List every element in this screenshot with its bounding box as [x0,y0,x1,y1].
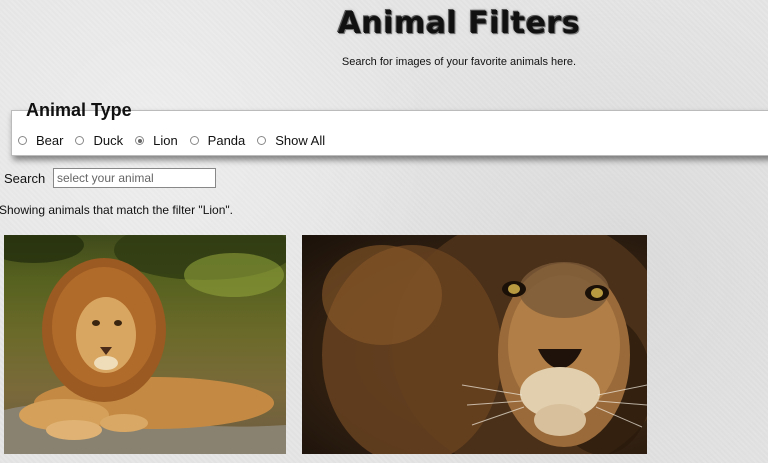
radio-button[interactable] [189,136,199,145]
radio-bear[interactable]: Bear [18,133,63,148]
lion-photo[interactable] [4,235,286,454]
radio-panda[interactable]: Panda [189,133,246,148]
radio-label: Lion [153,133,178,148]
animal-type-options: Bear Duck Lion Panda Show All [18,133,337,148]
radio-duck[interactable]: Duck [75,133,123,148]
search-input[interactable] [53,168,216,188]
lion-photo[interactable] [302,235,647,454]
page-subtitle: Search for images of your favorite anima… [341,56,577,68]
lion-face-image [322,235,647,454]
radio-label: Show All [275,133,326,148]
radio-lion[interactable]: Lion [135,133,178,148]
page-title: Animal Filters [337,6,581,41]
radio-label: Panda [207,133,246,148]
search-label: Search [4,171,46,186]
radio-button[interactable] [135,136,145,145]
radio-button[interactable] [257,136,267,145]
radio-button[interactable] [18,136,27,145]
radio-label: Duck [93,133,124,148]
radio-button[interactable] [75,136,85,145]
filter-status-text: Showing animals that match the filter "L… [0,203,233,217]
lion-lying-image [4,235,286,454]
animal-type-legend: Animal Type [26,100,132,120]
radio-show-all[interactable]: Show All [257,133,325,148]
radio-label: Bear [36,133,64,148]
